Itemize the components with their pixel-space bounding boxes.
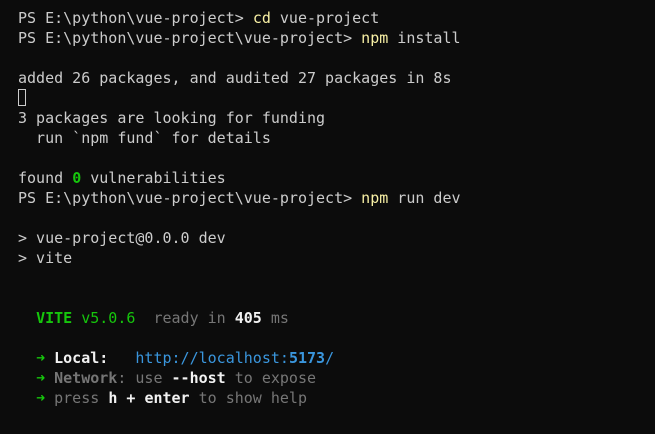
help-key-h: h: [108, 389, 118, 407]
command-args: vue-project: [270, 9, 380, 27]
shell-prompt: PS E:\python\vue-project>: [18, 9, 253, 27]
script-header: > vue-project@0.0.0 dev: [18, 229, 226, 247]
local-label: Local:: [54, 349, 109, 367]
vulnerability-summary: found 0 vulnerabilities: [18, 168, 655, 188]
funding-hint: run `npm fund` for details: [18, 129, 271, 147]
arrow-icon: ➜: [36, 389, 46, 407]
network-tail: to expose: [225, 369, 317, 387]
local-url-port: 5173: [288, 349, 326, 367]
shell-prompt: PS E:\python\vue-project\vue-project>: [18, 189, 362, 207]
vulnerability-suffix: vulnerabilities: [81, 169, 226, 187]
vite-version: v5.0.6: [72, 309, 136, 327]
command-args: run dev: [388, 189, 461, 207]
network-use-text: : use: [117, 369, 172, 387]
vulnerability-count: 0: [72, 169, 82, 187]
terminal-window[interactable]: PS E:\python\vue-project> cd vue-project…: [0, 0, 655, 434]
command-args: install: [388, 29, 461, 47]
terminal-line-cd: PS E:\python\vue-project> cd vue-project: [18, 8, 655, 28]
terminal-line-npm-run-dev: PS E:\python\vue-project\vue-project> np…: [18, 188, 655, 208]
shell-prompt: PS E:\python\vue-project\vue-project>: [18, 29, 362, 47]
command-name: npm: [361, 189, 389, 207]
ready-time-value: 405: [234, 309, 262, 327]
network-label: Network: [54, 369, 118, 387]
script-command: > vite: [18, 249, 73, 267]
help-tail: to show help: [189, 389, 307, 407]
command-name: npm: [361, 29, 389, 47]
arrow-icon: ➜: [36, 369, 46, 387]
vite-ready-line: VITE v5.0.6 ready in 405 ms: [18, 308, 655, 328]
funding-message: 3 packages are looking for funding: [18, 109, 326, 127]
local-url-base: http://localhost:: [135, 349, 289, 367]
help-press-text: press: [45, 389, 109, 407]
help-plus: +: [117, 389, 145, 407]
command-name: cd: [252, 9, 271, 27]
arrow-icon: ➜: [36, 349, 46, 367]
cursor-line: [18, 88, 655, 108]
text-cursor: [18, 89, 26, 106]
vite-name: VITE: [36, 309, 73, 327]
local-url-slash: /: [325, 349, 335, 367]
local-url-link[interactable]: http://localhost:5173/: [135, 349, 334, 367]
help-hint-line: ➜ press h + enter to show help: [18, 388, 655, 408]
ready-label: ready in: [135, 309, 235, 327]
install-summary: added 26 packages, and audited 27 packag…: [18, 69, 452, 87]
local-url-line: ➜ Local: http://localhost:5173/: [18, 348, 655, 368]
vulnerability-prefix: found: [18, 169, 73, 187]
help-key-enter: enter: [144, 389, 190, 407]
network-hint-line: ➜ Network: use --host to expose: [18, 368, 655, 388]
terminal-line-npm-install: PS E:\python\vue-project\vue-project> np…: [18, 28, 655, 48]
ready-time-unit: ms: [261, 309, 289, 327]
host-flag: --host: [171, 369, 226, 387]
